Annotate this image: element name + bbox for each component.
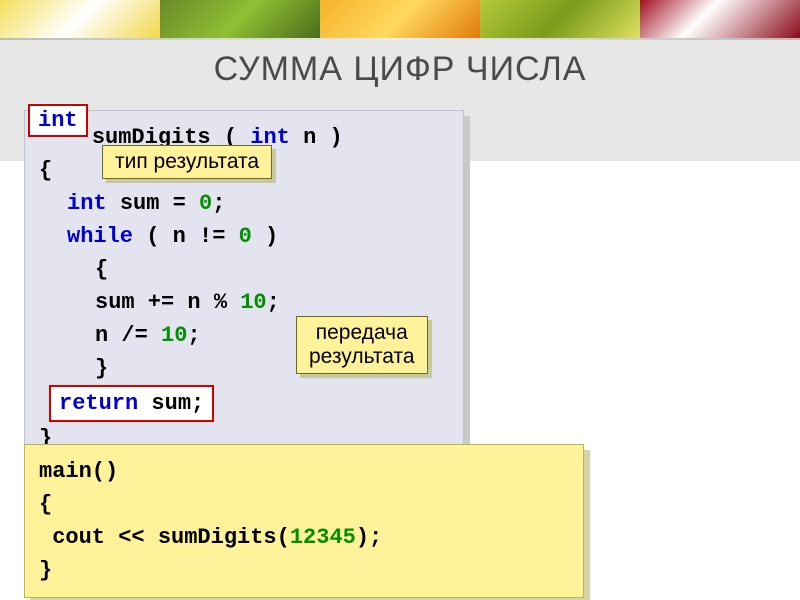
int-callout-box: int bbox=[28, 104, 88, 137]
label-result-type: тип результата bbox=[102, 145, 272, 179]
code-block-main: main() { cout << sumDigits(12345); } bbox=[24, 444, 584, 598]
code-line: while ( n != 0 ) bbox=[39, 220, 449, 253]
banner-segment-summer bbox=[160, 0, 320, 38]
banner-segment-autumn bbox=[480, 0, 640, 38]
code-line-return: return sum; bbox=[39, 385, 449, 422]
return-highlight-box: return sum; bbox=[49, 385, 214, 422]
code-line: int sum = 0; bbox=[39, 187, 449, 220]
banner-segment-spring bbox=[0, 0, 160, 38]
label-return-line1: передача bbox=[316, 321, 408, 344]
page-title: СУММА ЦИФР ЧИСЛА bbox=[0, 50, 800, 89]
banner-segment-winter bbox=[640, 0, 800, 38]
seasons-banner bbox=[0, 0, 800, 38]
banner-segment-sun bbox=[320, 0, 480, 38]
code-line: { bbox=[39, 253, 449, 286]
label-result-return: передача результата bbox=[296, 316, 428, 374]
label-return-line2: результата bbox=[309, 345, 415, 368]
code-line: cout << sumDigits(12345); bbox=[39, 521, 569, 554]
code-line: sum += n % 10; bbox=[39, 286, 449, 319]
code-line: main() bbox=[39, 455, 569, 488]
code-line: { bbox=[39, 488, 569, 521]
code-line: } bbox=[39, 554, 569, 587]
